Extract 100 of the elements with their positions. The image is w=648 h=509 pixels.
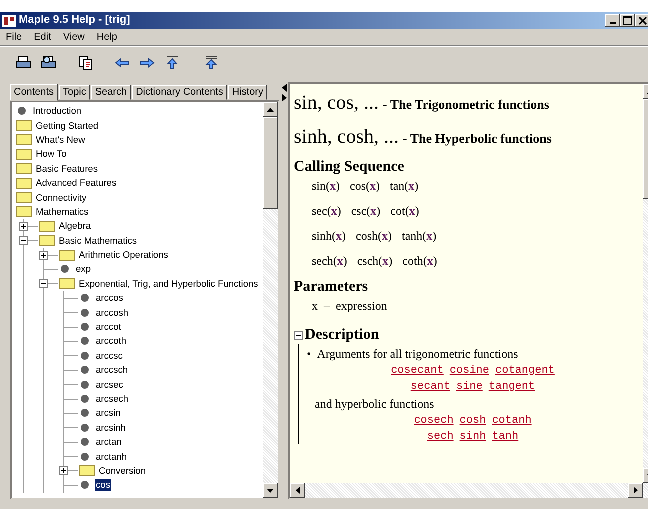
back-arrow-icon xyxy=(115,56,130,70)
expand-toggle[interactable] xyxy=(59,466,68,476)
tree-item[interactable]: arctanh xyxy=(95,450,128,463)
vertical-scrollbar[interactable] xyxy=(263,102,278,498)
tree-item[interactable]: Introduction xyxy=(32,105,83,118)
topic-bullet-icon xyxy=(81,424,89,432)
tab[interactable]: Search xyxy=(91,85,132,100)
menu-item[interactable]: Edit xyxy=(28,30,58,44)
tree-item[interactable]: Algebra xyxy=(58,220,92,232)
topic-bullet-icon xyxy=(81,352,89,360)
tree-item[interactable]: arccoth xyxy=(95,335,128,348)
close-button[interactable] xyxy=(635,14,648,27)
function-call: cosh(x) xyxy=(356,228,392,244)
link[interactable]: sech xyxy=(427,430,454,444)
tree-item[interactable]: arcsinh xyxy=(95,422,127,434)
tab[interactable]: Topic xyxy=(59,85,90,100)
description-text: Arguments for all trigonometric functions xyxy=(317,346,518,362)
link[interactable]: cotangent xyxy=(496,364,555,378)
link[interactable]: sinh xyxy=(460,430,486,444)
link[interactable]: cosech xyxy=(414,414,454,428)
app-logo-icon xyxy=(2,14,16,26)
topic-heading: sinh, cosh, ... xyxy=(294,125,399,150)
scroll-up-icon xyxy=(267,108,274,112)
minimize-button[interactable] xyxy=(605,14,620,27)
link[interactable]: tangent xyxy=(488,380,536,394)
section-heading: Calling Sequence xyxy=(294,158,406,176)
tree-item[interactable]: Conversion xyxy=(98,464,148,477)
tree-item[interactable]: cos xyxy=(95,479,112,492)
bullet: • xyxy=(307,346,312,362)
menu-item[interactable]: View xyxy=(57,30,91,44)
link[interactable]: secant xyxy=(410,380,450,394)
topic-bullet-icon xyxy=(81,308,89,317)
tree-item[interactable]: What's New xyxy=(35,134,86,146)
top-arrow-icon xyxy=(204,56,219,70)
folder-icon xyxy=(16,192,32,204)
expand-icon xyxy=(40,252,47,259)
topic-bullet-icon xyxy=(81,337,89,346)
expand-icon xyxy=(20,222,27,230)
tree-item[interactable]: Mathematics xyxy=(35,206,90,218)
section-heading: Parameters xyxy=(294,278,370,296)
expand-toggle[interactable] xyxy=(39,279,48,288)
link[interactable]: cosine xyxy=(450,364,490,378)
scroll-down-icon xyxy=(267,488,274,492)
tree-item[interactable]: Exponential, Trig, and Hyperbolic Functions xyxy=(78,278,260,290)
tree-item[interactable]: arctan xyxy=(95,436,123,448)
description-text: and hyperbolic functions xyxy=(315,396,434,412)
expand-toggle[interactable] xyxy=(19,236,28,246)
expand-right-icon[interactable] xyxy=(282,94,286,102)
menu-item[interactable]: File xyxy=(0,30,28,44)
link[interactable]: sine xyxy=(456,380,483,394)
topic-bullet-icon xyxy=(81,323,89,332)
menu-item[interactable]: Help xyxy=(90,30,124,44)
tree-item[interactable]: Connectivity xyxy=(35,192,88,204)
tree-item[interactable]: arccosh xyxy=(95,306,130,319)
topic-bullet-icon xyxy=(81,380,89,389)
expand-toggle[interactable] xyxy=(19,222,28,231)
maximize-icon xyxy=(623,16,632,25)
folder-icon xyxy=(39,220,55,232)
tree-item[interactable]: arccot xyxy=(95,321,122,334)
topic-heading: sin, cos, ... xyxy=(294,91,379,116)
topic-bullet-icon xyxy=(81,409,89,418)
tree-item[interactable]: Basic Features xyxy=(35,162,100,175)
maximize-button[interactable] xyxy=(620,14,635,27)
tree-item[interactable]: arcsin xyxy=(95,407,122,420)
tree-item[interactable]: arccsc xyxy=(95,350,124,362)
tree-item[interactable]: Getting Started xyxy=(35,120,100,132)
section-toggle[interactable] xyxy=(294,330,303,340)
link[interactable]: cosh xyxy=(460,414,486,428)
tab[interactable]: History xyxy=(228,85,268,100)
tree-item[interactable]: arcsec xyxy=(95,378,124,391)
tree-item[interactable]: Basic Mathematics xyxy=(58,234,138,247)
expand-toggle[interactable] xyxy=(39,250,48,260)
tree-item[interactable]: arcsech xyxy=(95,393,130,405)
section-heading: Description xyxy=(305,326,380,344)
horizontal-scrollbar[interactable] xyxy=(290,483,648,498)
tree-item[interactable]: Advanced Features xyxy=(35,177,118,190)
topic-bullet-icon xyxy=(81,395,89,403)
copy-icon xyxy=(78,56,93,70)
tree-item[interactable]: exp xyxy=(75,263,92,276)
folder-icon xyxy=(16,206,32,218)
link[interactable]: cotanh xyxy=(492,414,532,428)
link[interactable]: cosecant xyxy=(391,364,444,378)
tab[interactable]: Contents xyxy=(10,84,58,101)
topic-subtitle: - The Trigonometric functions xyxy=(383,96,550,114)
link[interactable]: tanh xyxy=(492,430,519,444)
function-call: sin(x) xyxy=(312,178,340,194)
tree-item[interactable]: Arithmetic Operations xyxy=(78,249,170,262)
function-call: tan(x) xyxy=(390,178,419,194)
tree-item[interactable]: arccsch xyxy=(95,364,130,376)
scroll-left-icon xyxy=(296,487,300,494)
topic-bullet-icon xyxy=(81,481,89,490)
scrollbar-thumb[interactable] xyxy=(263,117,278,209)
tree-item[interactable]: arccos xyxy=(95,292,124,304)
function-call: coth(x) xyxy=(402,253,438,269)
collapse-left-icon[interactable] xyxy=(282,84,286,92)
topic-bullet-icon xyxy=(81,452,89,461)
tab[interactable]: Dictionary Contents xyxy=(132,85,228,100)
function-call: cos(x) xyxy=(350,178,380,194)
scroll-right-icon xyxy=(634,487,638,494)
tree-item[interactable]: How To xyxy=(35,148,68,160)
